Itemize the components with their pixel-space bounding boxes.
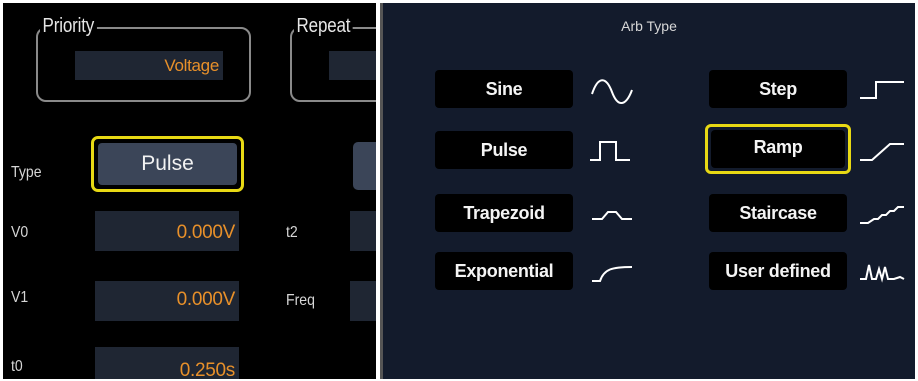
staircase-wave-icon — [858, 199, 906, 229]
ramp-button-label: Ramp — [711, 130, 845, 168]
freq-value[interactable] — [350, 281, 376, 321]
exponential-wave-icon — [588, 257, 636, 287]
user-defined-button[interactable]: User defined — [705, 248, 851, 294]
priority-value[interactable]: Voltage — [75, 51, 223, 80]
v0-value[interactable]: 0.000V — [95, 211, 239, 251]
sine-button[interactable]: Sine — [431, 66, 577, 112]
sine-wave-icon — [588, 76, 636, 106]
trapezoid-button-label: Trapezoid — [435, 194, 573, 232]
staircase-button[interactable]: Staircase — [705, 190, 851, 236]
pulse-wave-icon — [588, 136, 636, 166]
v1-label: V1 — [11, 289, 29, 306]
priority-title: Priority — [40, 14, 97, 38]
v1-value[interactable]: 0.000V — [95, 281, 239, 321]
exponential-button[interactable]: Exponential — [431, 248, 577, 294]
step-wave-icon — [858, 76, 906, 106]
t2-label: t2 — [286, 224, 298, 241]
priority-group: Priority Voltage — [36, 14, 251, 102]
t0-value[interactable]: 0.250s — [95, 347, 239, 379]
trapezoid-button[interactable]: Trapezoid — [431, 190, 577, 236]
repeat-value[interactable] — [329, 51, 376, 80]
type-button-label: Pulse — [98, 143, 237, 185]
staircase-button-label: Staircase — [709, 194, 847, 232]
type-button[interactable]: Pulse — [91, 136, 244, 192]
ramp-wave-icon — [858, 136, 906, 166]
arb-type-title: Arb Type — [621, 18, 677, 34]
t2-value[interactable] — [350, 211, 376, 251]
freq-label: Freq — [286, 292, 315, 309]
step-button[interactable]: Step — [705, 66, 851, 112]
v0-label: V0 — [11, 224, 29, 241]
ramp-button[interactable]: Ramp — [705, 124, 851, 174]
settings-panel: Priority Voltage Repeat Type Pulse V0 0.… — [3, 3, 376, 379]
repeat-title: Repeat — [294, 14, 353, 38]
user-defined-wave-icon — [858, 257, 906, 287]
exponential-button-label: Exponential — [435, 252, 573, 290]
pulse-button[interactable]: Pulse — [431, 127, 577, 173]
type-label: Type — [11, 164, 42, 181]
user-defined-button-label: User defined — [709, 252, 847, 290]
trapezoid-wave-icon — [588, 199, 636, 229]
sine-button-label: Sine — [435, 70, 573, 108]
pulse-button-label: Pulse — [435, 131, 573, 169]
step-button-label: Step — [709, 70, 847, 108]
repeat-group: Repeat — [290, 14, 376, 102]
side-button[interactable] — [353, 142, 376, 190]
t0-label: t0 — [11, 358, 23, 375]
arb-type-panel: Arb Type Sine Step Pulse Ramp Trapezoid … — [380, 3, 915, 379]
